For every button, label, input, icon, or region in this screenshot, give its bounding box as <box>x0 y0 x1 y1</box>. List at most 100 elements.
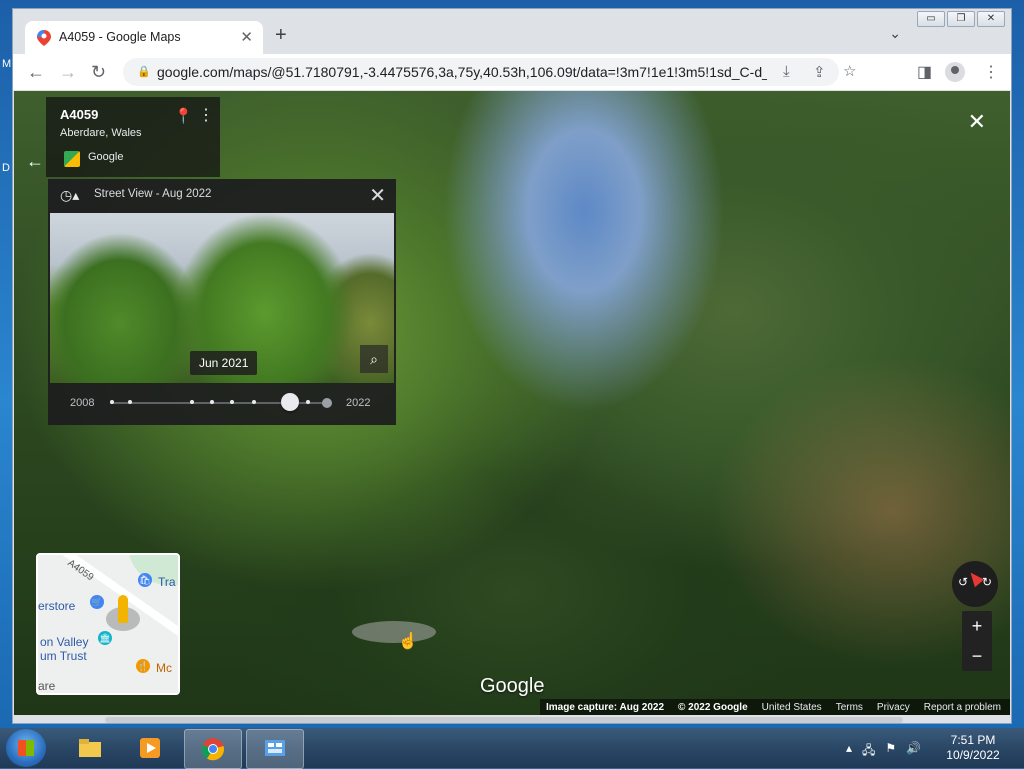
clock-date: 10/9/2022 <box>946 748 1000 762</box>
more-options-icon[interactable]: ⋮ <box>198 105 214 125</box>
location-title: A4059 <box>60 107 99 122</box>
rotate-left-icon[interactable]: ↺ <box>958 575 968 589</box>
zoom-out-button[interactable]: − <box>962 641 992 671</box>
hand-cursor-icon: ☝ <box>398 633 418 650</box>
ground-navigation-ring[interactable] <box>352 621 436 643</box>
timeline-tick[interactable] <box>210 400 214 404</box>
new-tab-button[interactable]: + <box>275 25 287 45</box>
restaurant-poi-icon[interactable]: 🍴 <box>136 659 150 673</box>
map-poi-label: on Valley <box>40 635 89 649</box>
timeline-tick[interactable] <box>110 400 114 404</box>
system-tray: ▴ 🖧 ⚑ 🔊 <box>846 741 921 762</box>
forward-button[interactable]: → <box>59 62 77 83</box>
show-hidden-icons-icon[interactable]: ▴ <box>846 741 852 762</box>
minimize-button[interactable]: ▭ <box>917 11 945 27</box>
horizontal-scrollbar[interactable] <box>105 717 903 723</box>
zoom-controls: + − <box>962 611 992 671</box>
source-label: Google <box>88 151 124 163</box>
control-panel-icon <box>265 740 285 756</box>
browser-toolbar: ← → ↻ 🔒 google.com/maps/@51.7180791,-3.4… <box>13 54 1011 90</box>
bookmark-star-icon[interactable]: ☆ <box>843 62 856 80</box>
attribution-footer: Image capture: Aug 2022 © 2022 Google Un… <box>540 699 1010 715</box>
lock-icon: 🔒 <box>137 66 151 78</box>
timeline-tick[interactable] <box>306 400 310 404</box>
history-icon[interactable]: ◷▴ <box>60 187 79 204</box>
time-travel-panel: ◷▴ Street View - Aug 2022 ✕ Jun 2021 ⌕ 2… <box>48 179 396 425</box>
location-subtitle: Aberdare, Wales <box>60 127 142 139</box>
close-window-button[interactable]: ✕ <box>977 11 1005 27</box>
map-poi-label: um Trust <box>40 649 87 663</box>
pegman-icon[interactable] <box>118 595 128 623</box>
tab-title: A4059 - Google Maps <box>59 30 181 44</box>
location-info-card: A4059 Aberdare, Wales Google 📍 ⋮ <box>46 97 220 177</box>
cart-poi-icon[interactable]: 🛒 <box>90 595 104 609</box>
network-icon[interactable]: 🖧 <box>862 741 875 762</box>
map-poi-label: erstore <box>38 599 76 613</box>
timeline-slider-knob[interactable] <box>281 393 299 411</box>
back-button[interactable]: ← <box>27 62 45 83</box>
maximize-button[interactable]: ❐ <box>947 11 975 27</box>
street-view-panorama[interactable]: ✕ ← A4059 Aberdare, Wales Google 📍 ⋮ ◷▴ … <box>14 91 1010 715</box>
share-icon[interactable]: ⇪ <box>813 63 826 81</box>
map-poi-label: are <box>38 679 56 693</box>
browser-window: ▭ ❐ ✕ A4059 - Google Maps ✕ + ⌄ ← → ↻ 🔒 … <box>12 8 1012 724</box>
zoom-preview-icon[interactable]: ⌕ <box>360 345 388 373</box>
timeline-tick[interactable] <box>252 400 256 404</box>
google-logo: Google <box>480 675 545 697</box>
clock[interactable]: 7:51 PM 10/9/2022 <box>938 733 1008 763</box>
install-icon[interactable]: ⤓ <box>783 63 790 80</box>
desktop-edge-text: M <box>2 58 12 70</box>
menu-kebab-icon[interactable]: ⋮ <box>983 62 999 82</box>
tab-close-icon[interactable]: ✕ <box>240 28 253 46</box>
privacy-link[interactable]: Privacy <box>877 702 910 713</box>
address-bar[interactable]: 🔒 google.com/maps/@51.7180791,-3.4475576… <box>123 58 856 86</box>
map-poi-label: Tra <box>158 575 176 589</box>
timeline-end-year: 2022 <box>346 397 371 409</box>
mini-map[interactable]: A4059 🛍 Tra 🛒 erstore 🏛 on Valley um Tru… <box>36 553 180 695</box>
taskbar: ▴ 🖧 ⚑ 🔊 7:51 PM 10/9/2022 <box>0 728 1024 769</box>
timeline-start-year: 2008 <box>70 397 95 409</box>
side-panel-icon[interactable]: ◨ <box>917 62 932 82</box>
taskbar-chrome[interactable] <box>184 729 242 769</box>
terms-link[interactable]: Terms <box>836 702 863 713</box>
taskbar-explorer[interactable] <box>62 729 118 767</box>
profile-avatar[interactable] <box>945 62 965 82</box>
museum-poi-icon[interactable]: 🏛 <box>98 631 112 645</box>
copyright-text: © 2022 Google <box>678 701 748 713</box>
media-player-icon <box>140 738 160 758</box>
timeline-preview-image[interactable]: Jun 2021 ⌕ <box>50 213 394 383</box>
timeline-tick[interactable] <box>230 400 234 404</box>
clock-time: 7:51 PM <box>950 733 996 747</box>
location-pin-icon[interactable]: 📍 <box>174 107 193 125</box>
folder-icon <box>79 739 101 757</box>
volume-icon[interactable]: 🔊 <box>906 741 921 762</box>
start-button[interactable] <box>6 729 46 767</box>
compass-icon[interactable]: ↺ ↻ <box>952 561 998 607</box>
image-capture-date: Image capture: Aug 2022 <box>546 701 665 713</box>
taskbar-media-player[interactable] <box>122 729 178 767</box>
country-link[interactable]: United States <box>762 702 822 713</box>
google-street-view-icon <box>64 151 80 167</box>
shop-poi-icon[interactable]: 🛍 <box>138 573 152 587</box>
desktop-edge-text: D <box>2 162 10 174</box>
url-text[interactable]: google.com/maps/@51.7180791,-3.4475576,3… <box>157 64 767 80</box>
taskbar-control-panel[interactable] <box>246 729 304 769</box>
tab-search-chevron-icon[interactable]: ⌄ <box>889 25 901 42</box>
maps-pin-icon <box>37 30 51 46</box>
window-controls: ▭ ❐ ✕ <box>917 11 1005 27</box>
timeline-tick[interactable] <box>128 400 132 404</box>
timeline-tick[interactable] <box>190 400 194 404</box>
chrome-icon <box>201 738 225 761</box>
reload-button[interactable]: ↻ <box>91 62 106 83</box>
close-street-view-icon[interactable]: ✕ <box>968 109 986 135</box>
timeline-current-marker[interactable] <box>322 398 332 408</box>
time-travel-label: Street View - Aug 2022 <box>94 188 212 200</box>
browser-tab[interactable]: A4059 - Google Maps ✕ <box>25 21 263 54</box>
zoom-in-button[interactable]: + <box>962 611 992 641</box>
preview-date-label: Jun 2021 <box>190 351 258 375</box>
action-center-flag-icon[interactable]: ⚑ <box>885 741 896 762</box>
report-problem-link[interactable]: Report a problem <box>924 702 1001 713</box>
back-arrow-icon[interactable]: ← <box>26 151 44 172</box>
rotate-right-icon[interactable]: ↻ <box>982 575 992 589</box>
close-timeline-icon[interactable]: ✕ <box>369 183 386 208</box>
